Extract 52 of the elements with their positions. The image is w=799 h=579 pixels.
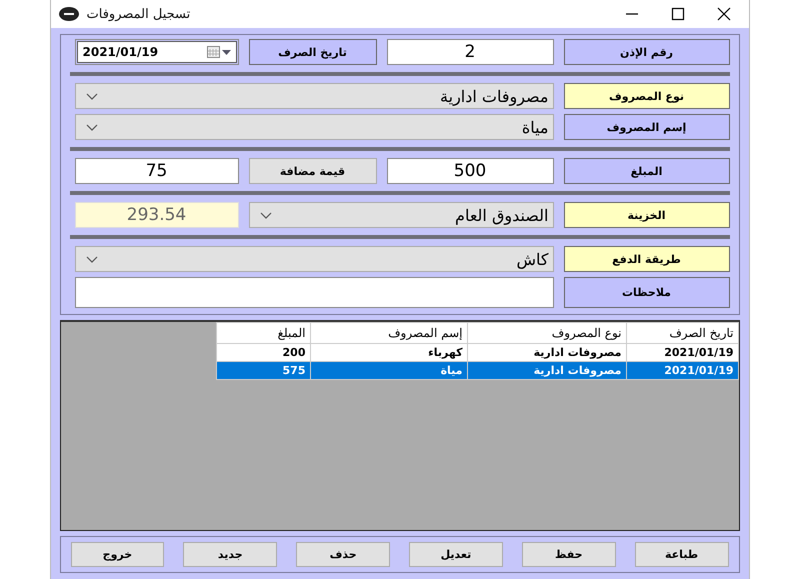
table-cell[interactable]: مصروفات ادارية <box>467 362 626 380</box>
field-label: المبلغ <box>564 158 730 184</box>
input-field[interactable]: 2 <box>386 39 554 65</box>
table-cell[interactable]: مياة <box>310 362 467 380</box>
notes-field[interactable] <box>74 277 554 308</box>
dropdown-field[interactable]: كاش <box>74 246 554 272</box>
action-button[interactable]: خروج <box>70 542 164 567</box>
field-label: تاريخ الصرف <box>248 39 376 65</box>
chevron-down-icon <box>86 256 98 262</box>
column-header[interactable]: نوع المصروف <box>467 322 626 344</box>
action-button[interactable]: طباعة <box>634 542 728 567</box>
chevron-down-icon <box>260 212 272 218</box>
dropdown-field[interactable]: مياة <box>74 114 554 140</box>
dropdown-field[interactable]: مصروفات ادارية <box>74 83 554 109</box>
dropdown-field[interactable]: الصندوق العام <box>248 202 554 228</box>
table-cell[interactable]: كهرباء <box>310 344 467 362</box>
action-button[interactable]: جديد <box>183 542 278 567</box>
input-field[interactable]: 75 <box>74 158 238 184</box>
date-value: 2021/01/19 <box>82 45 158 59</box>
input-field[interactable]: 500 <box>386 158 554 184</box>
field-label: إسم المصروف <box>564 114 730 140</box>
column-header[interactable]: المبلغ <box>216 322 310 344</box>
field-label: ملاحظات <box>564 277 730 308</box>
table-cell[interactable]: 575 <box>216 362 310 380</box>
table-cell[interactable]: 200 <box>216 344 310 362</box>
table-cell[interactable]: 2021/01/19 <box>626 362 738 380</box>
balance-field: 293.54 <box>74 202 238 228</box>
window-title: تسجيل المصروفات <box>86 6 190 22</box>
field-label: نوع المصروف <box>564 83 730 109</box>
dropdown-value: مصروفات ادارية <box>440 86 548 106</box>
column-header[interactable]: إسم المصروف <box>310 322 467 344</box>
table-cell[interactable]: مصروفات ادارية <box>467 344 626 362</box>
field-label: طريقة الدفع <box>564 246 730 272</box>
dropdown-value: الصندوق العام <box>455 206 548 224</box>
table-cell[interactable]: 2021/01/19 <box>626 344 738 362</box>
field-label: الخزينة <box>564 202 730 228</box>
dropdown-value: كاش <box>516 250 548 268</box>
action-button[interactable]: حفظ <box>522 542 616 567</box>
maximize-icon[interactable] <box>670 7 684 21</box>
close-icon[interactable] <box>716 7 730 21</box>
field-label: رقم الإذن <box>564 39 730 65</box>
chevron-down-icon <box>86 92 98 100</box>
chevron-down-icon <box>86 124 98 130</box>
column-header[interactable]: تاريخ الصرف <box>626 322 738 344</box>
action-button[interactable]: تعديل <box>409 542 503 567</box>
caret-icon <box>222 50 230 54</box>
app-logo-icon <box>58 7 78 21</box>
calendar-icon <box>206 46 220 58</box>
date-picker[interactable]: 2021/01/19 <box>76 41 236 63</box>
action-button[interactable]: حذف <box>296 542 390 567</box>
dropdown-value: مياة <box>522 118 548 136</box>
vat-button[interactable]: قيمة مضافة <box>248 158 376 184</box>
